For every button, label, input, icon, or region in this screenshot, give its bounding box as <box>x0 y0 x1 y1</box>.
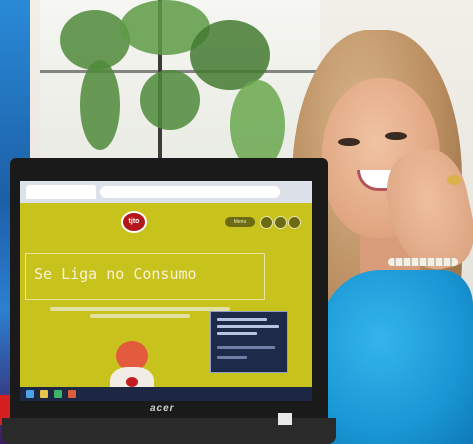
accessibility-icon[interactable] <box>274 216 287 229</box>
gold-ring <box>447 175 461 185</box>
windows-taskbar <box>20 387 312 401</box>
hero-subtitle-line <box>50 307 230 311</box>
laptop-screen: tjto Menu Se Liga no Consumo <box>20 181 312 401</box>
laptop-brand-logo: acer <box>150 403 175 414</box>
browser-tab[interactable] <box>26 185 96 199</box>
nav-menu-button[interactable]: Menu <box>225 217 255 227</box>
contrast-icon[interactable] <box>288 216 301 229</box>
hero-subtitle-line <box>90 314 190 318</box>
bracelet <box>388 258 458 266</box>
search-icon[interactable] <box>260 216 273 229</box>
browser-icon[interactable] <box>54 390 62 398</box>
start-icon[interactable] <box>26 390 34 398</box>
chat-widget[interactable] <box>210 311 288 373</box>
hero-title: Se Liga no Consumo <box>34 265 197 283</box>
photo-scene: tjto Menu Se Liga no Consumo acer <box>0 0 473 444</box>
browser-toolbar <box>20 181 312 203</box>
app-icon[interactable] <box>68 390 76 398</box>
address-bar[interactable] <box>100 186 280 198</box>
laptop: tjto Menu Se Liga no Consumo acer <box>2 158 336 444</box>
blue-blouse <box>318 270 473 444</box>
site-logo[interactable]: tjto <box>121 211 147 233</box>
website-page: tjto Menu Se Liga no Consumo <box>20 203 312 401</box>
laptop-sticker <box>278 413 292 425</box>
left-eye <box>338 138 360 146</box>
right-eye <box>385 132 407 140</box>
folder-icon[interactable] <box>40 390 48 398</box>
